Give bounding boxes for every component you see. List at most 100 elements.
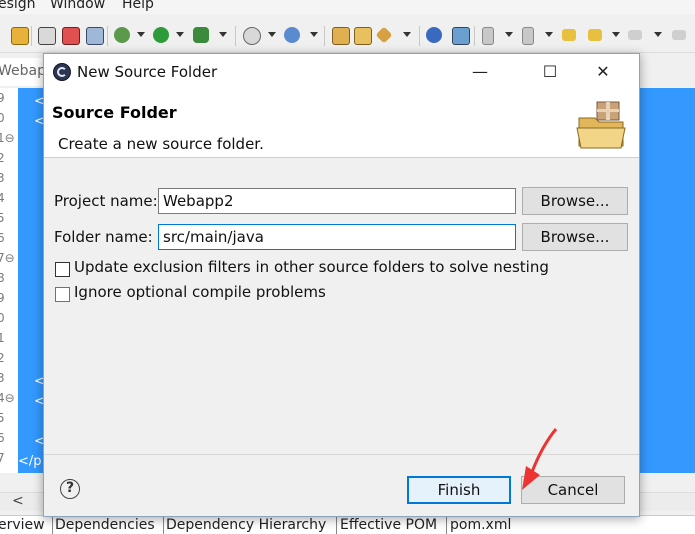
remove-breakpoints-icon[interactable]	[62, 27, 80, 45]
menu-window[interactable]: Window	[50, 0, 105, 12]
line-number: 4⊖	[0, 391, 15, 405]
open-folder-icon[interactable]	[354, 27, 372, 45]
editor-selection-right[interactable]	[638, 88, 695, 473]
line-number: 3	[0, 371, 5, 385]
tab-dependency-hierarchy[interactable]: Dependency Hierarchy	[166, 517, 326, 533]
eclipse-icon	[53, 63, 71, 81]
ignore-optional-label[interactable]: Ignore optional compile problems	[74, 283, 326, 301]
browse-project-button[interactable]: Browse...	[522, 187, 628, 215]
toolbar-separator	[324, 26, 325, 46]
globe-icon[interactable]	[426, 27, 442, 43]
back-arrow-icon[interactable]	[588, 29, 602, 41]
finish-button[interactable]: Finish	[407, 476, 511, 504]
tab-divider	[163, 517, 164, 534]
dialog-title: New Source Folder	[77, 63, 218, 81]
forward-arrow-icon[interactable]	[628, 30, 642, 40]
debug-icon[interactable]	[114, 27, 130, 43]
dialog-header: Source Folder Create a new source folder…	[44, 89, 639, 158]
red-arrow-annotation	[522, 428, 558, 490]
last-edit-icon[interactable]	[562, 29, 576, 41]
new-server-icon[interactable]	[243, 27, 261, 45]
search-icon[interactable]	[375, 26, 393, 44]
line-number: 7⊖	[0, 251, 15, 265]
new-source-folder-dialog: New Source Folder — ☐ ✕ Source Folder Cr…	[43, 53, 640, 517]
toolbar-separator	[474, 26, 475, 46]
toolbar-separator	[107, 26, 108, 46]
external-tools-icon[interactable]	[193, 27, 209, 43]
header-description: Create a new source folder.	[58, 135, 264, 153]
toolbar-separator	[419, 26, 420, 46]
chevron-down-icon[interactable]	[310, 32, 318, 37]
chevron-down-icon[interactable]	[176, 32, 184, 37]
line-number: 1⊖	[0, 131, 15, 145]
folder-name-label: Folder name:	[54, 228, 153, 246]
toggle-breakpoint-icon[interactable]	[86, 27, 104, 45]
ignore-optional-checkbox[interactable]	[55, 287, 70, 302]
tab-effective-pom[interactable]: Effective POM	[340, 517, 437, 533]
project-name-label: Project name:	[54, 192, 158, 210]
line-number: 0	[0, 111, 5, 125]
line-number: 3	[0, 171, 5, 185]
chevron-down-icon[interactable]	[612, 32, 620, 37]
line-number: 1	[0, 331, 5, 345]
header-title: Source Folder	[52, 103, 177, 122]
previous-annotation-icon[interactable]	[522, 27, 534, 45]
line-number: 5	[0, 411, 5, 425]
next-annotation-icon[interactable]	[482, 27, 494, 45]
minimize-button[interactable]: —	[457, 54, 503, 89]
chevron-down-icon[interactable]	[268, 32, 276, 37]
dialog-titlebar[interactable]: New Source Folder — ☐ ✕	[44, 54, 639, 89]
toolbar-separator	[31, 26, 32, 46]
chevron-down-icon[interactable]	[403, 32, 411, 37]
dialog-content: Project name: Browse... Folder name: Bro…	[44, 158, 639, 454]
tab-divider	[446, 517, 447, 534]
line-number: 6	[0, 231, 5, 245]
folder-package-icon	[576, 101, 626, 149]
chevron-down-icon[interactable]	[137, 32, 145, 37]
tab-overview[interactable]: erview	[0, 517, 45, 533]
toolbar-separator	[235, 26, 236, 46]
chevron-down-icon[interactable]	[505, 32, 513, 37]
line-number: 5	[0, 211, 5, 225]
maximize-button[interactable]: ☐	[527, 54, 573, 89]
line-number: 7	[0, 451, 5, 465]
project-name-input[interactable]	[158, 188, 516, 214]
close-button[interactable]: ✕	[580, 54, 626, 89]
menu-design[interactable]: esign	[0, 0, 36, 12]
line-number: 6	[0, 431, 5, 445]
menu-help[interactable]: Help	[122, 0, 154, 12]
update-exclusion-checkbox[interactable]	[55, 262, 70, 277]
editor-tab[interactable]: Webap	[0, 58, 45, 86]
folder-name-input[interactable]	[158, 224, 516, 250]
chevron-down-icon[interactable]	[545, 32, 553, 37]
pom-editor-tabs: erview Dependencies Dependency Hierarchy…	[0, 515, 695, 534]
line-number: 2	[0, 151, 5, 165]
toggle-mark-icon[interactable]	[452, 27, 470, 45]
forward-arrow-icon[interactable]	[672, 30, 686, 40]
tab-divider	[336, 517, 337, 534]
tab-dependencies[interactable]: Dependencies	[55, 517, 155, 533]
chevron-down-icon[interactable]	[219, 32, 227, 37]
browse-folder-button[interactable]: Browse...	[522, 223, 628, 251]
tab-divider	[52, 517, 53, 534]
open-type-icon[interactable]	[332, 27, 350, 45]
line-number-gutter: 9 0 1⊖ 2 3 4 5 6 7⊖ 8 9 0 1 2 3 4⊖ 5 6 7…	[0, 88, 18, 473]
tab-pom-xml[interactable]: pom.xml	[450, 517, 511, 533]
toolbar	[0, 18, 695, 53]
editor-tab-label: Webap	[0, 63, 45, 79]
chevron-down-icon[interactable]	[654, 32, 662, 37]
update-exclusion-label[interactable]: Update exclusion filters in other source…	[74, 258, 549, 276]
line-number: 9	[0, 291, 5, 305]
run-icon[interactable]	[153, 27, 169, 43]
editor-selection[interactable]: < < < < < </p	[18, 88, 44, 473]
scroll-left-icon[interactable]: <	[12, 493, 24, 509]
help-icon[interactable]: ?	[60, 479, 80, 499]
line-number: 4	[0, 191, 5, 205]
new-java-class-icon[interactable]	[284, 27, 300, 43]
line-number: 8	[0, 468, 18, 473]
skip-breakpoints-icon[interactable]	[38, 27, 56, 45]
menu-bar: esign Window Help	[0, 0, 695, 14]
line-number: 0	[0, 311, 5, 325]
line-number: 2	[0, 351, 5, 365]
save-icon[interactable]	[11, 27, 29, 45]
